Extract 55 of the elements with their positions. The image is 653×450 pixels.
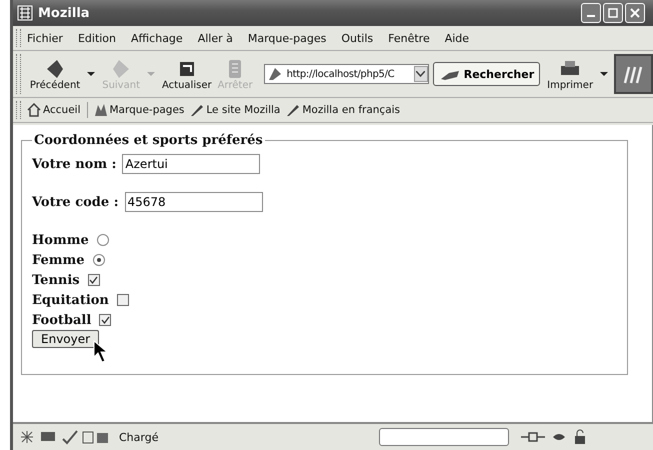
- checkbox[interactable]: [99, 314, 112, 326]
- option-label: Equitation: [32, 292, 109, 308]
- close-icon: [630, 8, 640, 18]
- checkbox[interactable]: [88, 274, 100, 286]
- maximize-button[interactable]: [603, 3, 623, 23]
- menu-item[interactable]: Edition: [78, 32, 116, 44]
- window-title: Mozilla: [38, 6, 91, 20]
- component-icons-drawing[interactable]: [19, 429, 109, 445]
- address-field[interactable]: http://localhost/php5/C: [264, 64, 429, 84]
- close-button[interactable]: [625, 3, 645, 23]
- menu-item[interactable]: Fichier: [27, 32, 63, 44]
- toolbar-button[interactable]: Actualiser: [159, 58, 215, 90]
- home-icon: [27, 103, 41, 117]
- dropdown-button[interactable]: [414, 66, 428, 82]
- bookmark-link[interactable]: Mozilla en français: [286, 103, 400, 117]
- option-label: Homme: [32, 232, 89, 248]
- toolbar-button[interactable]: Précédent: [26, 58, 84, 90]
- logo-icon: [614, 54, 653, 94]
- pen-icon: [286, 103, 300, 117]
- menu-item[interactable]: Fenêtre: [388, 32, 430, 44]
- radio-button[interactable]: [96, 234, 109, 246]
- maximize-icon: [608, 8, 618, 18]
- minimize-button[interactable]: [581, 3, 601, 23]
- dropdown-caret-icon[interactable]: [87, 72, 96, 76]
- form-legend: Coordonnées et sports préferés: [32, 133, 265, 148]
- minimize-icon: [587, 15, 595, 17]
- text-input[interactable]: 45678: [124, 192, 262, 212]
- pen-icon: [190, 103, 204, 117]
- bookmark-link[interactable]: Le site Mozilla: [190, 103, 280, 117]
- text-input[interactable]: Azertui: [122, 154, 260, 174]
- dropdown-caret-icon[interactable]: [600, 72, 608, 76]
- search-button[interactable]: Rechercher: [432, 62, 540, 86]
- field-label: Votre code :: [32, 194, 118, 210]
- menu-item[interactable]: Aide: [444, 32, 470, 44]
- caret-icon: [416, 71, 426, 77]
- field-label: Votre nom :: [32, 156, 116, 172]
- bookmark-link[interactable]: Marque-pages: [94, 103, 184, 117]
- submit-button[interactable]: Envoyer: [32, 330, 100, 348]
- radio-button[interactable]: [92, 254, 105, 266]
- option-label: Femme: [32, 252, 85, 268]
- status-text: Chargé: [119, 430, 160, 444]
- checkbox[interactable]: [116, 294, 129, 306]
- bookmark-link[interactable]: Accueil: [27, 103, 80, 117]
- app-icon: [17, 5, 33, 21]
- toolbar-grip[interactable]: [16, 54, 21, 94]
- option-label: Tennis: [32, 272, 80, 288]
- menu-item[interactable]: Outils: [341, 32, 374, 44]
- option-label: Football: [32, 312, 92, 328]
- menu-item[interactable]: Aller à: [198, 32, 233, 44]
- toolbar-grip[interactable]: [16, 29, 21, 47]
- print-button[interactable]: Imprimer: [544, 58, 596, 90]
- menu-item[interactable]: Affichage: [131, 32, 183, 44]
- menu-item[interactable]: Marque-pages: [248, 32, 326, 44]
- toolbar-grip[interactable]: [16, 101, 21, 119]
- bookmarks-icon: [94, 103, 108, 117]
